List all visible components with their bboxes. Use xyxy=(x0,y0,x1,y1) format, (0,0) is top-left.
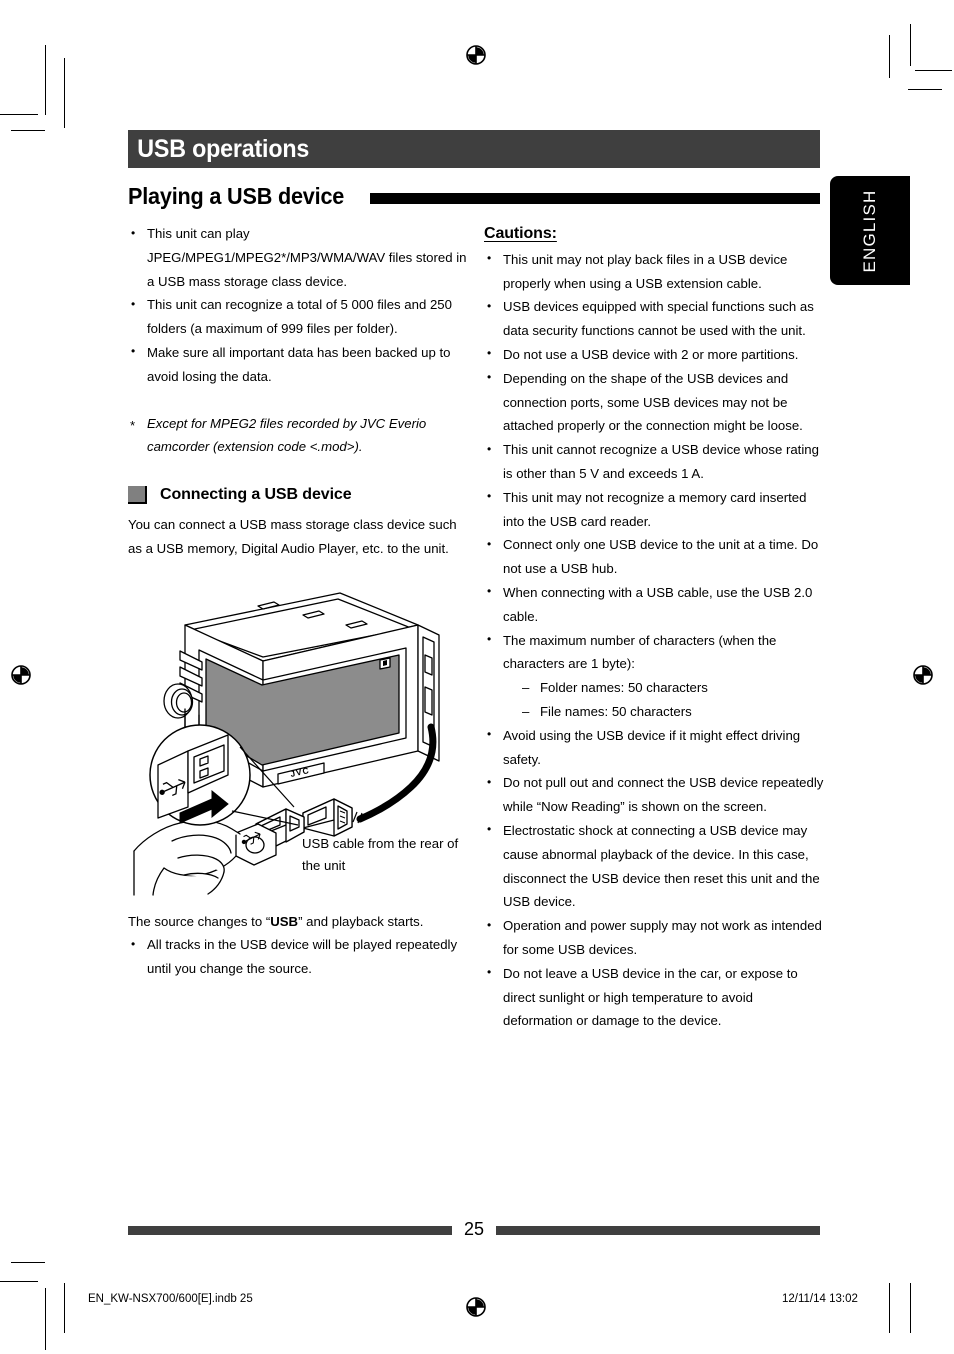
list-item: Depending on the shape of the USB device… xyxy=(484,366,824,438)
page-footer-band: 25 xyxy=(128,1217,820,1243)
right-column: Cautions: This unit may not play back fi… xyxy=(484,222,824,1033)
list-item: This unit may not play back files in a U… xyxy=(484,247,824,296)
chapter-title: USB operations xyxy=(137,134,310,163)
section-title: Playing a USB device xyxy=(128,182,345,209)
intro-bullet-list: This unit can play JPEG/MPEG1/MPEG2*/MP3… xyxy=(128,221,468,389)
bullet-text: Do not pull out and connect the USB devi… xyxy=(503,775,824,815)
bullet-text: This unit cannot recognize a USB device … xyxy=(503,442,819,481)
source-change-suffix: ” and playback starts. xyxy=(298,913,424,929)
crop-mark-tl-v1 xyxy=(45,45,46,115)
crop-mark-tl-v2 xyxy=(64,58,65,128)
footnote: * Except for MPEG2 files recorded by JVC… xyxy=(128,412,468,460)
source-change-text: The source changes to “USB” and playback… xyxy=(128,910,468,981)
registration-mark-right xyxy=(913,665,933,685)
bullet-text: Connect only one USB device to the unit … xyxy=(503,537,819,577)
page-frame-line-right-outer xyxy=(910,1283,911,1333)
section-rule xyxy=(369,192,820,204)
after-diagram-bullet-list: All tracks in the USB device will be pla… xyxy=(128,933,468,981)
language-tab-label: ENGLISH xyxy=(860,188,879,273)
bullet-text: This unit may not play back files in a U… xyxy=(503,251,788,291)
list-item: Make sure all important data has been ba… xyxy=(128,340,468,389)
bullet-text: Do not use a USB device with 2 or more p… xyxy=(503,346,799,362)
bullet-text: When connecting with a USB cable, use th… xyxy=(503,584,813,624)
crop-mark-tr-v2 xyxy=(889,35,890,78)
list-item: File names: 50 characters xyxy=(522,700,824,724)
sub-heading-connecting-usb: Connecting a USB device xyxy=(128,483,468,507)
crop-mark-tl-h2 xyxy=(11,130,45,131)
list-item: This unit can play JPEG/MPEG1/MPEG2*/MP3… xyxy=(128,221,468,293)
print-footer-timestamp: 12/11/14 13:02 xyxy=(782,1293,858,1305)
registration-mark-top xyxy=(466,45,486,65)
footnote-text: Except for MPEG2 files recorded by JVC E… xyxy=(147,415,427,455)
crop-mark-tl-h1 xyxy=(0,114,38,115)
list-item: This unit may not recognize a memory car… xyxy=(484,485,824,534)
dash-item-text: File names: 50 characters xyxy=(540,703,692,719)
list-item: All tracks in the USB device will be pla… xyxy=(128,933,468,981)
bullet-text: This unit can recognize a total of 5 000… xyxy=(147,297,452,337)
list-item: Connect only one USB device to the unit … xyxy=(484,533,824,581)
list-item: Do not pull out and connect the USB devi… xyxy=(484,771,824,819)
bullet-text: Make sure all important data has been ba… xyxy=(147,344,451,384)
page-frame-line-left xyxy=(64,1283,65,1333)
list-item: This unit can recognize a total of 5 000… xyxy=(128,293,468,341)
print-footer-filename: EN_KW-NSX700/600[E].indb 25 xyxy=(88,1293,253,1305)
list-item: Operation and power supply may not work … xyxy=(484,914,824,962)
bullet-text: Avoid using the USB device if it might e… xyxy=(503,727,801,767)
crop-mark-bl-v1 xyxy=(45,1288,46,1350)
list-item: USB devices equipped with special functi… xyxy=(484,295,824,343)
section-heading: Playing a USB device xyxy=(128,181,820,211)
cautions-heading: Cautions: xyxy=(484,225,557,242)
bullet-text: This unit can play JPEG/MPEG1/MPEG2*/MP3… xyxy=(147,226,467,289)
sub-heading-label: Connecting a USB device xyxy=(160,486,352,504)
left-column: This unit can play JPEG/MPEG1/MPEG2*/MP3… xyxy=(128,221,468,981)
page-number: 25 xyxy=(463,1219,485,1239)
list-item: The maximum number of characters (when t… xyxy=(484,628,824,724)
source-change-prefix: The source changes to “ xyxy=(128,913,271,929)
source-change-bold: USB xyxy=(270,913,299,929)
dash-item-text: Folder names: 50 characters xyxy=(540,680,708,696)
chapter-banner: USB operations xyxy=(128,130,820,168)
bullet-text: Operation and power supply may not work … xyxy=(503,918,822,957)
crop-mark-tr-v1 xyxy=(910,24,911,66)
square-bullet-icon xyxy=(128,486,147,505)
connecting-paragraph: You can connect a USB mass storage class… xyxy=(128,516,457,556)
page-frame-line-right xyxy=(889,1283,890,1333)
list-item: Do not leave a USB device in the car, or… xyxy=(484,961,824,1033)
registration-mark-left xyxy=(11,665,31,685)
list-item: Folder names: 50 characters xyxy=(522,676,824,700)
bullet-text: This unit may not recognize a memory car… xyxy=(503,489,807,529)
source-change-line: The source changes to “USB” and playback… xyxy=(128,910,468,934)
list-item: This unit cannot recognize a USB device … xyxy=(484,438,824,486)
cautions-bullet-list: This unit may not play back files in a U… xyxy=(484,247,824,1033)
bullet-text: The maximum number of characters (when t… xyxy=(503,632,777,672)
crop-mark-bl-h2 xyxy=(0,1281,38,1282)
footer-rule-left xyxy=(128,1225,452,1235)
bullet-text: Electrostatic shock at connecting a USB … xyxy=(503,822,820,910)
list-item: Do not use a USB device with 2 or more p… xyxy=(484,342,824,367)
bullet-text: Do not leave a USB device in the car, or… xyxy=(503,965,798,1029)
crop-mark-tr-h1 xyxy=(915,70,952,71)
bullet-text: USB devices equipped with special functi… xyxy=(503,299,814,339)
bullet-text: All tracks in the USB device will be pla… xyxy=(147,937,458,977)
crop-mark-bl-h1 xyxy=(11,1262,45,1263)
list-item: When connecting with a USB cable, use th… xyxy=(484,580,824,629)
usb-connection-diagram: JVC USB cable from the rear of the unit xyxy=(128,575,468,900)
bullet-text: Depending on the shape of the USB device… xyxy=(503,370,803,434)
character-limit-list: Folder names: 50 characters File names: … xyxy=(503,676,824,724)
footnote-marker: * xyxy=(130,417,136,433)
registration-mark-bottom xyxy=(466,1297,486,1317)
footer-rule-right xyxy=(496,1225,820,1235)
list-item: Avoid using the USB device if it might e… xyxy=(484,723,824,772)
list-item: Electrostatic shock at connecting a USB … xyxy=(484,818,824,914)
diagram-caption: USB cable from the rear of the unit xyxy=(302,835,459,873)
language-tab: ENGLISH xyxy=(830,176,910,285)
crop-mark-tr-h2 xyxy=(908,89,942,90)
